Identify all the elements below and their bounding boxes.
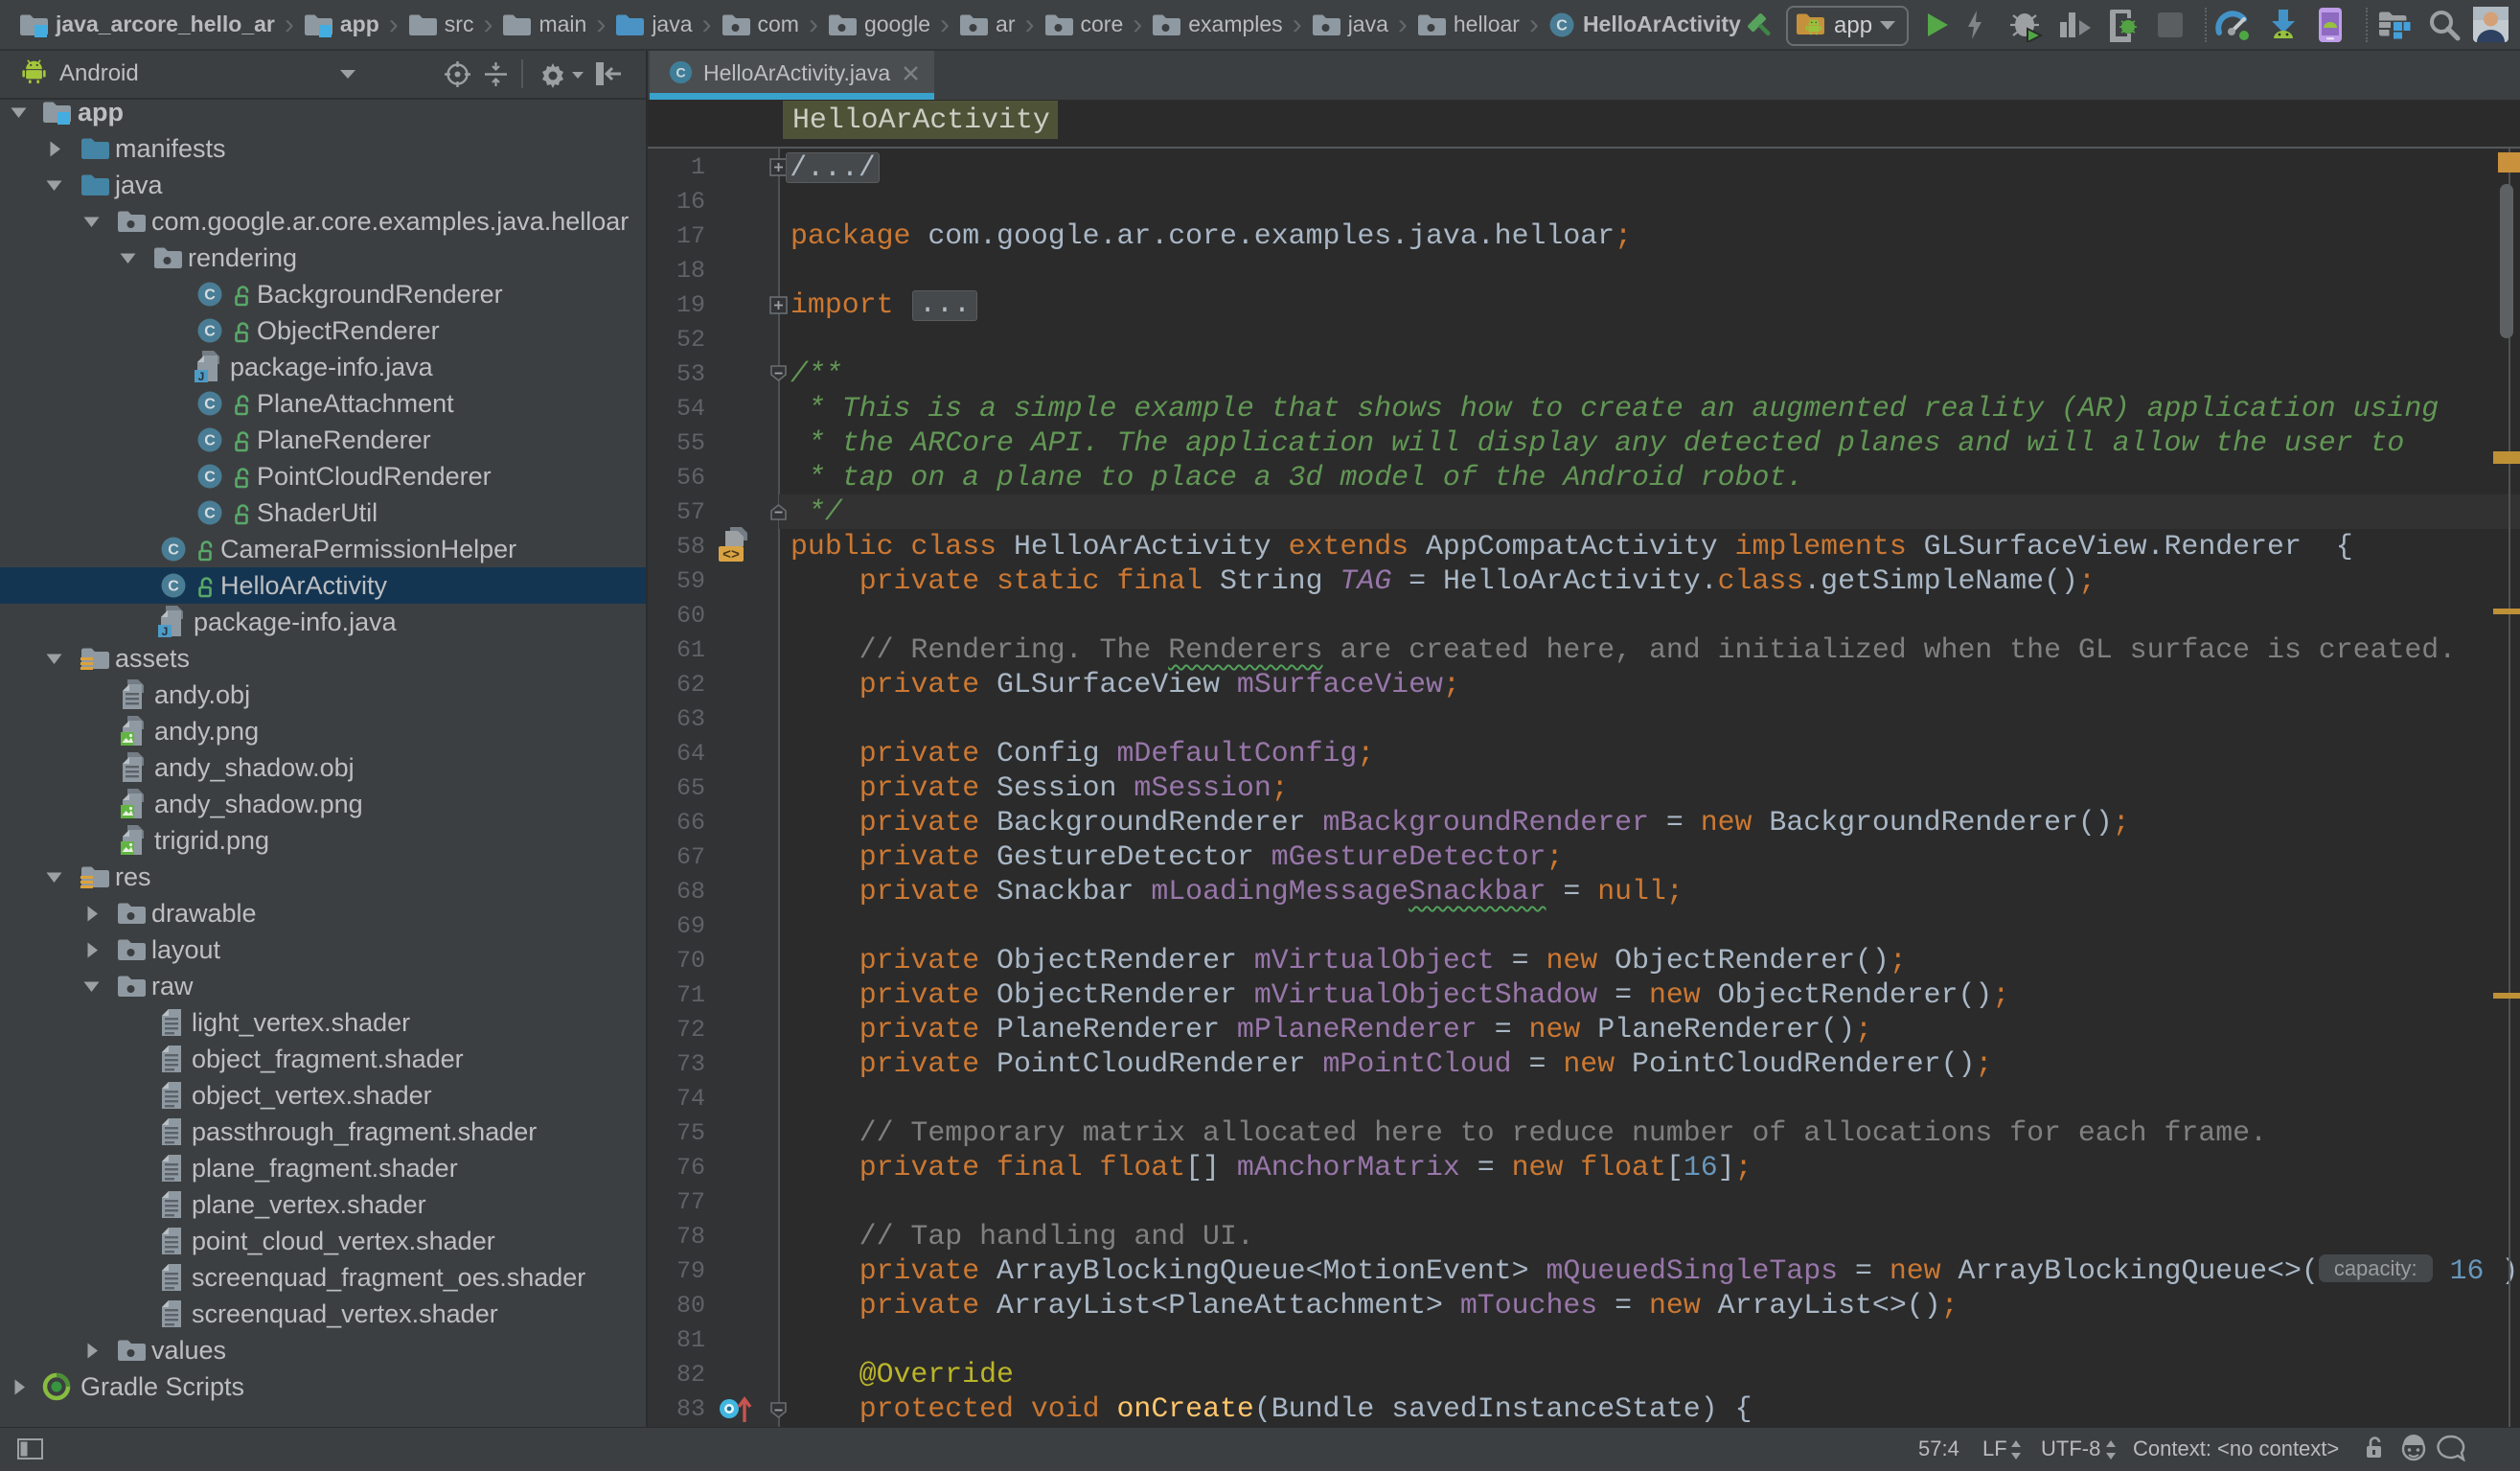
svg-text:C: C [204, 433, 216, 449]
svg-text:C: C [676, 65, 685, 80]
svg-text:C: C [204, 397, 216, 413]
svg-text:J: J [198, 370, 205, 383]
svg-text:C: C [1556, 17, 1568, 34]
svg-text:C: C [204, 470, 216, 486]
svg-text:J: J [162, 625, 169, 638]
svg-text:C: C [204, 506, 216, 522]
svg-text:C: C [204, 287, 216, 304]
svg-text:C: C [204, 324, 216, 340]
svg-text:<>: <> [722, 547, 740, 563]
svg-text:C: C [168, 579, 179, 595]
svg-text:C: C [168, 542, 179, 559]
